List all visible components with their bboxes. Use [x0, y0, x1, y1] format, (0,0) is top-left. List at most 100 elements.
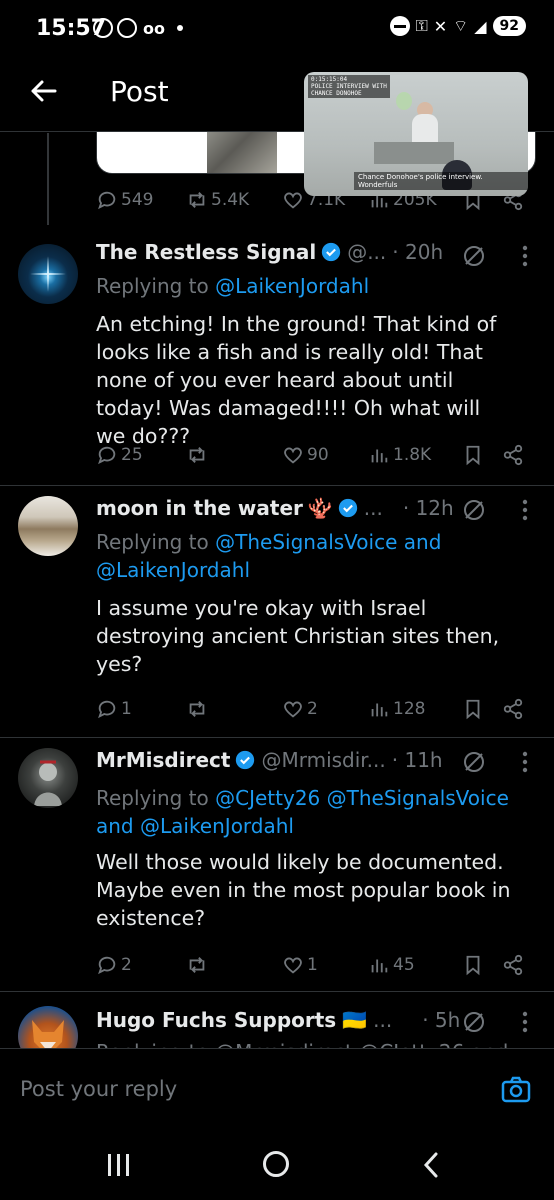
- home-icon[interactable]: [263, 1151, 289, 1177]
- avatar-statue-icon: [34, 760, 62, 806]
- repost-button[interactable]: 5.4K: [186, 189, 249, 211]
- back-arrow-icon[interactable]: [28, 76, 58, 106]
- views-button[interactable]: 45: [368, 954, 415, 976]
- share-icon[interactable]: [502, 444, 524, 466]
- like-button[interactable]: 1: [282, 954, 318, 976]
- mention-link[interactable]: @LaikenJordahl: [140, 814, 294, 838]
- author-name[interactable]: Hugo Fuchs Supports: [96, 1008, 336, 1032]
- views-count: 1.8K: [393, 445, 432, 465]
- mention-link[interactable]: @TheSignalsVoice and: [215, 530, 441, 554]
- status-bar: 15:57 oo ⚿ ✕ ⌔ ◢ 92: [0, 0, 554, 60]
- share-icon[interactable]: [502, 698, 524, 720]
- author-name[interactable]: moon in the water: [96, 496, 303, 520]
- reply-count: 1: [121, 699, 132, 719]
- avatar[interactable]: [18, 244, 78, 304]
- repost-button[interactable]: [186, 444, 208, 466]
- whatsapp-business-icon: [117, 18, 137, 38]
- avatar[interactable]: [18, 1006, 78, 1048]
- mention-connector: and: [96, 814, 140, 838]
- bookmark-icon[interactable]: [462, 954, 484, 976]
- grok-icon[interactable]: [462, 1010, 486, 1034]
- more-options-icon[interactable]: [522, 245, 528, 267]
- views-chart-icon: [371, 703, 388, 717]
- bookmark-icon[interactable]: [462, 698, 484, 720]
- more-options-icon[interactable]: [522, 751, 528, 773]
- like-count: 90: [307, 445, 329, 465]
- reply-post[interactable]: Hugo Fuchs Supports 🇺🇦 ... · 5h Replying…: [0, 992, 554, 1048]
- mention-link[interactable]: @LaikenJordahl: [215, 274, 369, 298]
- author-handle: ...: [363, 496, 383, 520]
- repost-button[interactable]: [186, 698, 208, 720]
- views-button[interactable]: 1.8K: [368, 444, 431, 466]
- post-time: · 11h: [391, 748, 443, 772]
- picture-in-picture-video[interactable]: 0:15:15:04 POLICE INTERVIEW WITH CHANCE …: [304, 72, 528, 196]
- verified-badge-icon: [322, 242, 341, 262]
- author-name[interactable]: The Restless Signal: [96, 240, 316, 264]
- reply-button[interactable]: 1: [96, 698, 132, 720]
- verified-badge-icon: [338, 498, 357, 518]
- grok-icon[interactable]: [462, 498, 486, 522]
- views-button[interactable]: 128: [368, 698, 425, 720]
- do-not-disturb-icon: [389, 16, 410, 36]
- wifi-icon: ⌔: [453, 16, 469, 35]
- views-count: 128: [393, 699, 426, 719]
- like-button[interactable]: 2: [282, 698, 318, 720]
- more-options-icon[interactable]: [522, 499, 528, 521]
- voicemail-icon: oo: [143, 18, 165, 38]
- post-text: I assume you're okay with Israel destroy…: [96, 596, 500, 676]
- bookmark-icon[interactable]: [462, 444, 484, 466]
- post-header: MrMisdirect @Mrmisdir... · 11h: [96, 748, 443, 772]
- avatar[interactable]: [18, 748, 78, 808]
- repost-icon: [189, 447, 205, 463]
- post-time: · 12h: [402, 496, 454, 520]
- avatar-fox-icon: [32, 1020, 64, 1048]
- grok-icon[interactable]: [462, 244, 486, 268]
- video-caption: Chance Donohoe's police interview. Wonde…: [354, 172, 528, 190]
- author-handle: @...: [347, 240, 387, 264]
- reply-icon: [98, 191, 116, 210]
- reply-icon: [98, 956, 116, 975]
- views-count: 45: [393, 955, 415, 975]
- whatsapp-icon: [93, 18, 113, 38]
- heart-icon: [284, 701, 302, 718]
- post-time: · 5h: [422, 1008, 461, 1032]
- grok-icon[interactable]: [462, 750, 486, 774]
- reply-button[interactable]: 25: [96, 444, 143, 466]
- video-overlay-label: 0:15:15:04 POLICE INTERVIEW WITH CHANCE …: [308, 75, 390, 98]
- more-options-icon[interactable]: [522, 1011, 528, 1033]
- post-text: Well those would likely be documented. M…: [96, 850, 511, 930]
- reply-post[interactable]: The Restless Signal @... · 20h Replying …: [0, 224, 554, 486]
- replying-to: Replying to @Mrmisdirect @CJetty26 and: [96, 1038, 536, 1048]
- coral-emoji-icon: 🪸: [307, 496, 333, 520]
- post-header: moon in the water 🪸 ... · 12h: [96, 496, 454, 520]
- avatar-star-icon: [30, 256, 66, 292]
- reply-input[interactable]: Post your reply: [20, 1077, 177, 1101]
- camera-icon[interactable]: [501, 1075, 531, 1105]
- reply-post[interactable]: MrMisdirect @Mrmisdir... · 11h Replying …: [0, 738, 554, 992]
- reply-post[interactable]: moon in the water 🪸 ... · 12h Replying t…: [0, 486, 554, 738]
- page-title: Post: [110, 75, 169, 108]
- views-chart-icon: [371, 449, 388, 463]
- back-icon[interactable]: [420, 1150, 442, 1180]
- mention-link[interactable]: @LaikenJordahl: [96, 558, 250, 582]
- post-header: The Restless Signal @... · 20h: [96, 240, 443, 264]
- more-notifications-dot-icon: [176, 25, 183, 31]
- share-icon[interactable]: [502, 954, 524, 976]
- mute-icon: ✕: [433, 16, 448, 36]
- repost-button[interactable]: [186, 954, 208, 976]
- notification-icons: oo: [93, 18, 183, 38]
- reply-composer[interactable]: Post your reply: [0, 1048, 554, 1134]
- reply-button[interactable]: 549: [96, 189, 153, 211]
- like-button[interactable]: 90: [282, 444, 329, 466]
- ukraine-flag-icon: 🇺🇦: [342, 1008, 368, 1032]
- mention-link[interactable]: @CJetty26 @TheSignalsVoice: [215, 786, 509, 810]
- recent-apps-icon[interactable]: [108, 1154, 129, 1176]
- post-header: Hugo Fuchs Supports 🇺🇦 ... · 5h: [96, 1008, 460, 1032]
- avatar[interactable]: [18, 496, 78, 556]
- replying-to-label: Replying to: [96, 786, 216, 810]
- signal-icon: ◢: [474, 16, 487, 36]
- reply-button[interactable]: 2: [96, 954, 132, 976]
- author-name[interactable]: MrMisdirect: [96, 748, 230, 772]
- repost-icon: [189, 192, 205, 208]
- heart-icon: [284, 192, 302, 209]
